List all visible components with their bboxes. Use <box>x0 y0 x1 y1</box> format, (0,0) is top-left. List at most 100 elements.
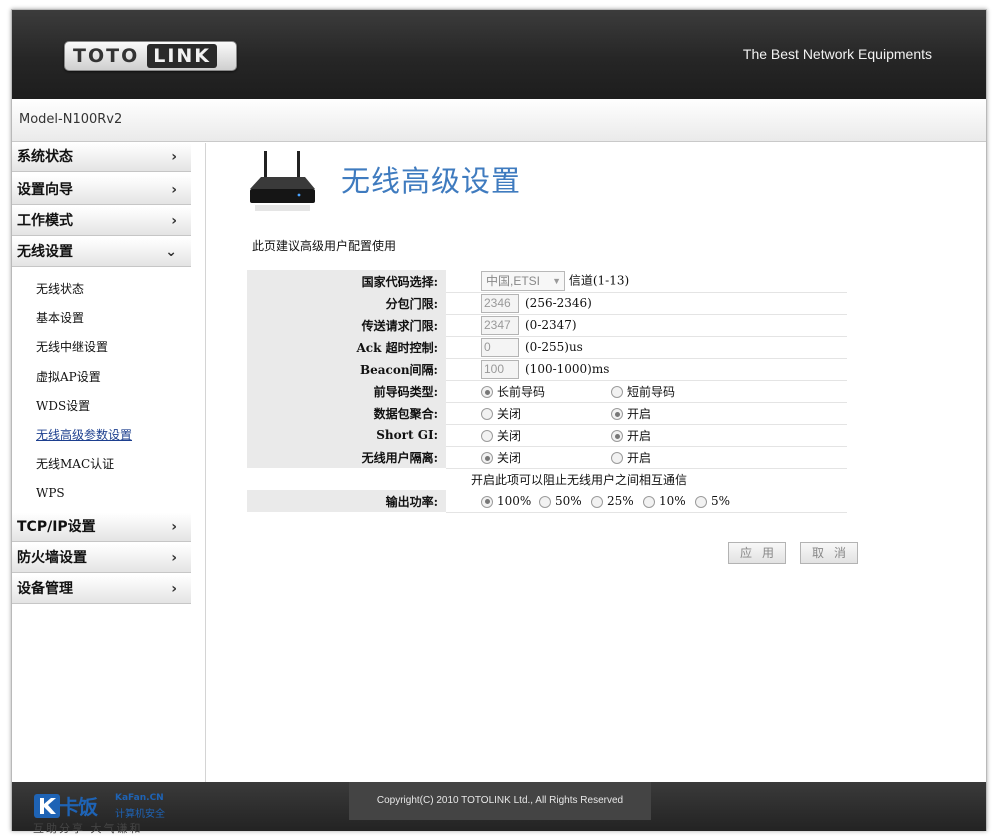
option-label: 开启 <box>627 450 652 465</box>
apply-button[interactable]: 应用 <box>728 542 786 564</box>
menu-firewall-settings[interactable]: 防火墙设置 › <box>12 543 191 573</box>
isolation-off-option[interactable]: 关闭 <box>481 449 611 466</box>
isolation-note: 开启此项可以阻止无线用户之间相互通信 <box>471 472 688 487</box>
sidebar-item-wireless-status[interactable]: 无线状态 <box>12 275 205 304</box>
header-slogan: The Best Network Equipments <box>742 46 932 62</box>
aggregation-label: 数据包聚合: <box>247 402 446 424</box>
sidebar-item-label: 无线中继设置 <box>36 340 109 355</box>
radio-unchecked[interactable] <box>481 430 493 442</box>
sidebar-item-virtual-ap[interactable]: 虚拟AP设置 <box>12 363 205 392</box>
sidebar-item-wds[interactable]: WDS设置 <box>12 392 205 421</box>
ack-label: Ack 超时控制: <box>247 336 446 358</box>
rts-input[interactable]: 2347 <box>481 315 519 335</box>
power-25-option[interactable]: 25% <box>591 494 643 508</box>
beacon-input[interactable]: 100 <box>481 359 519 379</box>
chevron-right-icon: › <box>171 549 177 566</box>
sidebar-item-wps[interactable]: WPS <box>12 479 205 508</box>
radio-unchecked[interactable] <box>591 495 603 508</box>
radio-unchecked[interactable] <box>539 495 551 508</box>
page-title: 无线高级设置 <box>341 164 522 198</box>
logo-toto: TOTO <box>73 45 140 67</box>
short-gi-off-option[interactable]: 关闭 <box>481 427 611 444</box>
sidebar-item-repeater[interactable]: 无线中继设置 <box>12 333 205 362</box>
row-country: 国家代码选择: 中国,ETSI ▼ 信道(1-13) <box>247 270 847 293</box>
preamble-long-option[interactable]: 长前导码 <box>481 383 611 400</box>
option-label: 长前导码 <box>497 384 546 399</box>
fragment-label: 分包门限: <box>247 292 446 314</box>
isolation-on-option[interactable]: 开启 <box>611 449 651 466</box>
sidebar: 系统状态 › 设置向导 › 工作模式 › 无线设置 ⌄ 无线状态 基本设置 无线… <box>12 143 206 782</box>
radio-unchecked[interactable] <box>481 408 493 420</box>
radio-checked[interactable] <box>481 452 493 464</box>
radio-unchecked[interactable] <box>611 386 623 398</box>
beacon-range: (100-1000)ms <box>525 361 610 376</box>
menu-device-management[interactable]: 设备管理 › <box>12 574 191 604</box>
power-10-option[interactable]: 10% <box>643 494 695 508</box>
radio-unchecked[interactable] <box>643 495 655 508</box>
menu-tcpip-settings[interactable]: TCP/IP设置 › <box>12 512 191 542</box>
cancel-button[interactable]: 取消 <box>800 542 858 564</box>
menu-system-status[interactable]: 系统状态 › <box>12 143 191 172</box>
beacon-label: Beacon间隔: <box>247 358 446 380</box>
logo-link: LINK <box>147 44 218 68</box>
row-short-gi: Short GI: 关闭 开启 <box>247 424 847 447</box>
preamble-short-option[interactable]: 短前导码 <box>611 383 675 400</box>
row-preamble: 前导码类型: 长前导码 短前导码 <box>247 380 847 403</box>
power-100-option[interactable]: 100% <box>481 494 539 508</box>
menu-label: 设置向导 <box>17 182 73 198</box>
watermark-name: 卡饭 <box>59 795 98 819</box>
aggregation-off-option[interactable]: 关闭 <box>481 405 611 422</box>
sidebar-item-label: WDS设置 <box>36 398 91 413</box>
chevron-right-icon: › <box>171 213 177 229</box>
chevron-right-icon: › <box>171 518 177 535</box>
radio-checked[interactable] <box>481 495 493 508</box>
option-label: 100% <box>497 494 532 508</box>
sidebar-item-label: 无线高级参数设置 <box>36 427 133 442</box>
sidebar-item-advanced-wireless[interactable]: 无线高级参数设置 <box>12 421 205 450</box>
chevron-right-icon: › <box>171 182 177 198</box>
model-name: Model-N100Rv2 <box>19 112 123 127</box>
sidebar-item-basic-settings[interactable]: 基本设置 <box>12 304 205 333</box>
sidebar-item-label: 无线MAC认证 <box>36 457 115 472</box>
radio-checked[interactable] <box>481 386 493 398</box>
country-select[interactable]: 中国,ETSI ▼ <box>481 270 565 291</box>
row-isolation-note: 开启此项可以阻止无线用户之间相互通信 <box>247 468 847 490</box>
chevron-right-icon: › <box>171 580 177 597</box>
option-label: 开启 <box>627 406 652 421</box>
radio-unchecked[interactable] <box>695 495 707 508</box>
menu-label: 系统状态 <box>17 149 73 165</box>
menu-work-mode[interactable]: 工作模式 › <box>12 207 191 236</box>
power-5-option[interactable]: 5% <box>695 494 730 508</box>
router-admin-window: TOTO LINK The Best Network Equipments Mo… <box>11 9 987 831</box>
chevron-right-icon: › <box>171 149 177 165</box>
option-label: 关闭 <box>497 450 522 465</box>
dropdown-arrow-icon: ▼ <box>552 275 561 286</box>
totolink-logo: TOTO LINK <box>64 41 237 71</box>
sidebar-item-mac-auth[interactable]: 无线MAC认证 <box>12 450 205 479</box>
radio-unchecked[interactable] <box>611 452 623 464</box>
router-icon <box>250 151 315 211</box>
chevron-down-icon: ⌄ <box>165 244 177 260</box>
radio-checked[interactable] <box>611 408 623 420</box>
aggregation-on-option[interactable]: 开启 <box>611 405 651 422</box>
ack-input[interactable]: 0 <box>481 337 519 357</box>
short-gi-on-option[interactable]: 开启 <box>611 427 651 444</box>
watermark-site: KaFan.CN <box>115 793 164 803</box>
option-label: 50% <box>555 494 582 508</box>
menu-label: 设备管理 <box>17 580 73 597</box>
row-power: 输出功率: 100% 50% 25% 10% 5% <box>247 490 847 513</box>
radio-checked[interactable] <box>611 430 623 442</box>
option-label: 短前导码 <box>627 384 676 399</box>
menu-label: 工作模式 <box>17 213 73 229</box>
menu-wireless-settings[interactable]: 无线设置 ⌄ <box>12 238 191 267</box>
sidebar-item-label: 虚拟AP设置 <box>36 369 101 384</box>
main-content: 无线高级设置 此页建议高级用户配置使用 国家代码选择: 中国,ETSI ▼ 信道(… <box>207 143 986 782</box>
row-rts: 传送请求门限: 2347 (0-2347) <box>247 314 847 337</box>
menu-setup-wizard[interactable]: 设置向导 › <box>12 176 191 205</box>
option-label: 5% <box>711 494 731 508</box>
option-label: 关闭 <box>497 406 522 421</box>
country-select-value: 中国,ETSI <box>486 273 541 288</box>
option-label: 关闭 <box>497 428 522 443</box>
power-50-option[interactable]: 50% <box>539 494 591 508</box>
fragment-input[interactable]: 2346 <box>481 293 519 313</box>
